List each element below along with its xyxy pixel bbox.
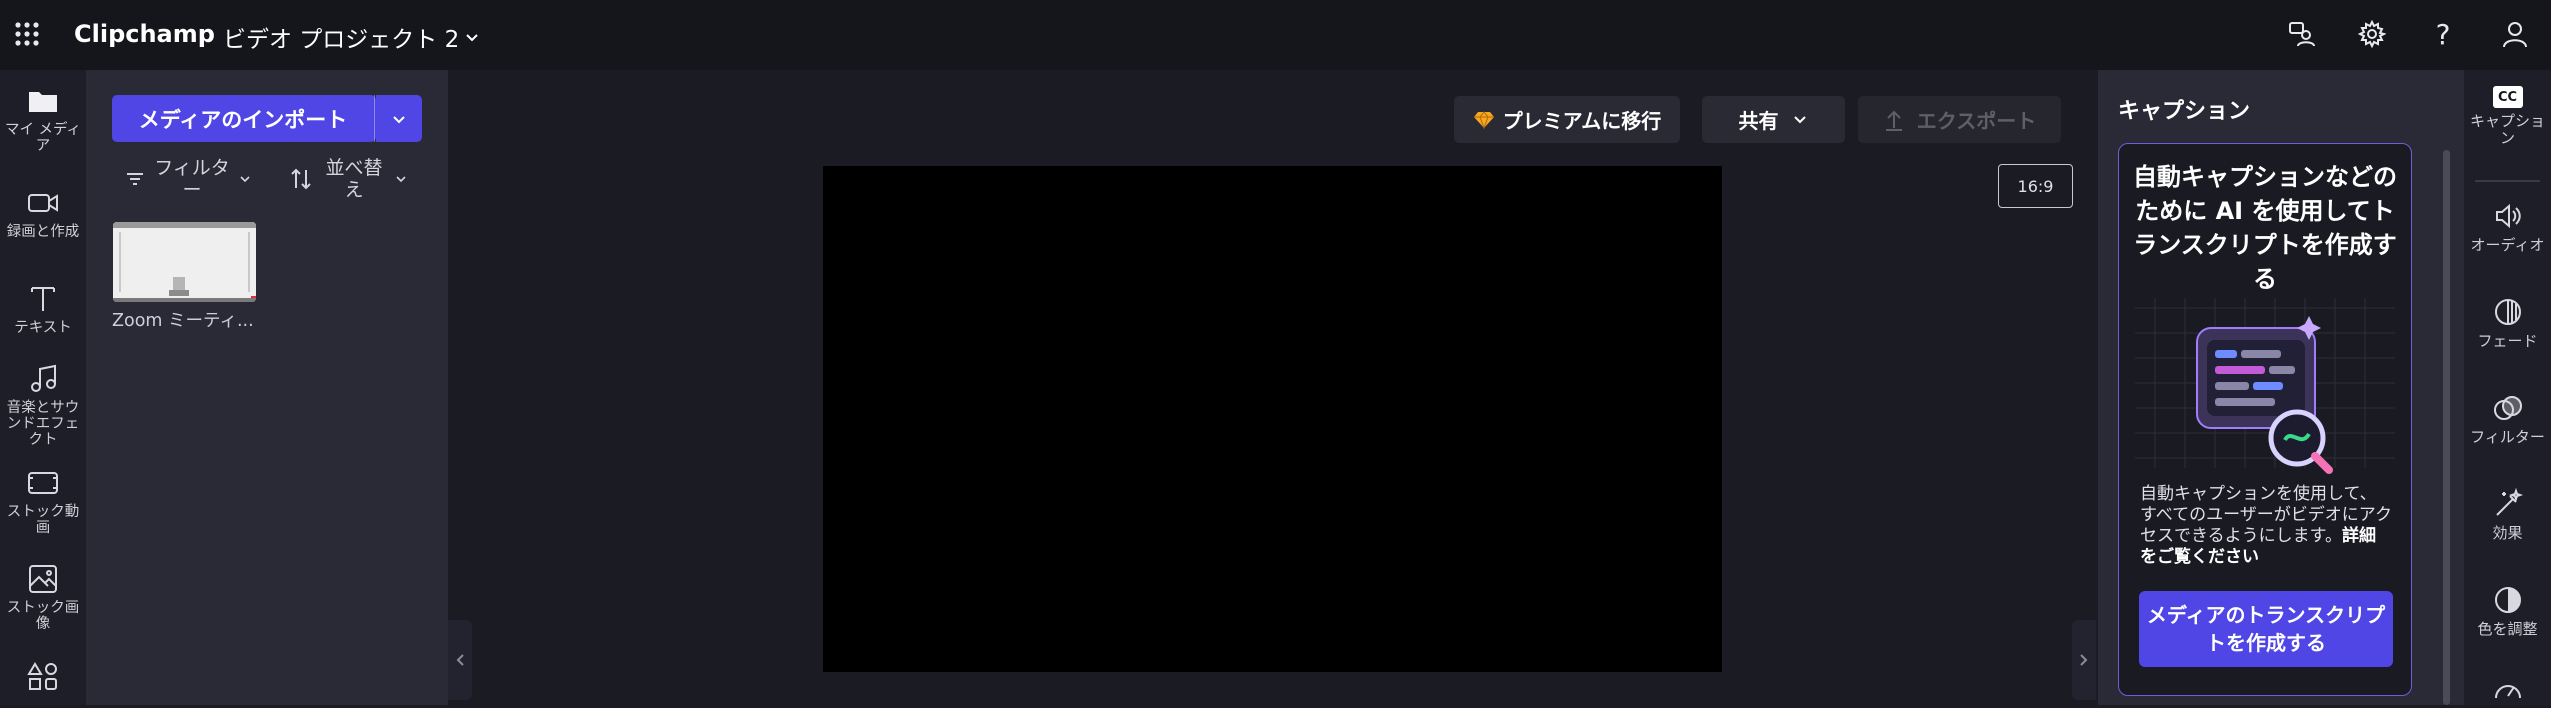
chevron-down-icon [396, 176, 406, 183]
upload-icon [1885, 110, 1902, 131]
rail-item-shapes[interactable] [0, 660, 86, 694]
transcript-illustration [2125, 288, 2405, 478]
speaker-icon [2495, 203, 2521, 229]
upgrade-premium-button[interactable]: プレミアムに移行 [1454, 96, 1680, 143]
fade-icon [2494, 299, 2521, 325]
filter-icon [127, 173, 143, 185]
rail-item-stock-video[interactable]: ストック動画 [0, 466, 86, 536]
create-transcript-button[interactable]: メディアのトランスクリプトを作成する [2139, 591, 2393, 667]
rail-label: 効果 [2492, 524, 2523, 542]
rail-label: 色を調整 [2477, 620, 2538, 638]
import-options-button[interactable] [376, 95, 422, 142]
rail-item-my-media[interactable]: マイ メディア [0, 84, 86, 154]
contrast-icon [2494, 587, 2521, 613]
project-title: ビデオ プロジェクト 2 [223, 27, 460, 53]
folder-icon [29, 92, 57, 112]
sort-button[interactable]: 並べ替え [288, 157, 408, 201]
media-item-label: Zoom ミーティ... [112, 311, 254, 331]
rail-label: ストック動画 [6, 504, 80, 536]
export-label: エクスポート [1916, 109, 2037, 133]
help-icon[interactable]: ? [2423, 14, 2463, 54]
rail-item-color-adjust[interactable]: 色を調整 [2464, 584, 2551, 638]
rail-label: 音楽とサウンドエフェクト [6, 400, 80, 448]
export-button[interactable]: エクスポート [1858, 96, 2061, 143]
rail-item-record[interactable]: 録画と作成 [0, 186, 86, 240]
rail-item-audio[interactable]: オーディオ [2464, 200, 2551, 254]
media-thumbnail[interactable] [113, 222, 256, 302]
speed-icon [2494, 685, 2521, 699]
rail-item-speed[interactable] [2464, 676, 2551, 708]
rail-label: 録画と作成 [6, 224, 80, 240]
import-media-button[interactable]: メディアのインポート [112, 95, 375, 142]
share-people-icon[interactable] [2281, 14, 2321, 54]
captions-heading: 自動キャプションなどのために AI を使用してトランスクリプトを作成する [2133, 163, 2397, 293]
panel-title: キャプション [2118, 99, 2251, 124]
magic-wand-icon [2495, 488, 2523, 516]
share-button[interactable]: 共有 [1702, 96, 1845, 143]
filter-label: フィルター [154, 157, 230, 201]
sort-arrows-icon [291, 168, 311, 190]
chevron-down-icon [466, 34, 478, 42]
chevron-down-icon [393, 115, 405, 123]
scrollbar-thumb[interactable] [2443, 150, 2450, 705]
sort-label: 並べ替え [325, 157, 383, 201]
diamond-icon [1473, 110, 1494, 129]
image-icon [29, 565, 57, 593]
rail-label: テキスト [14, 320, 72, 336]
filter-circles-icon [2493, 396, 2522, 420]
collapse-left-panel-button[interactable] [448, 620, 472, 700]
rail-item-captions[interactable]: CC キャプション [2464, 86, 2551, 147]
rail-item-music[interactable]: 音楽とサウンドエフェクト [0, 362, 86, 448]
camera-icon [28, 194, 58, 212]
film-icon [28, 472, 58, 494]
video-preview[interactable] [823, 166, 1722, 672]
rail-item-filters[interactable]: フィルター [2464, 392, 2551, 446]
music-icon [31, 364, 56, 392]
gear-icon[interactable] [2352, 14, 2392, 54]
chevron-right-icon [2080, 654, 2088, 666]
text-icon [31, 287, 55, 311]
chevron-down-icon [1793, 115, 1806, 123]
app-name: Clipchamp [74, 20, 215, 48]
rail-label: フィルター [2470, 428, 2545, 446]
share-label: 共有 [1738, 109, 1779, 133]
rail-divider [2475, 180, 2540, 182]
rail-item-effects[interactable]: 効果 [2464, 488, 2551, 542]
cc-icon: CC [2492, 86, 2523, 108]
project-title-dropdown[interactable]: ビデオ プロジェクト 2 [223, 20, 481, 54]
premium-label: プレミアムに移行 [1502, 109, 1662, 133]
import-media-button-group: メディアのインポート [112, 95, 376, 142]
rail-label: フェード [2477, 332, 2538, 350]
filter-button[interactable]: フィルター [124, 157, 252, 201]
shapes-icon [27, 662, 57, 690]
rail-label: ストック画像 [6, 600, 80, 632]
app-launcher-icon[interactable] [14, 21, 40, 47]
account-icon[interactable] [2495, 14, 2535, 54]
rail-label: キャプション [2469, 112, 2545, 147]
rail-label: マイ メディア [4, 122, 82, 154]
rail-label: オーディオ [2470, 236, 2545, 254]
rail-item-fade[interactable]: フェード [2464, 296, 2551, 350]
aspect-ratio-button[interactable]: 16:9 [1998, 164, 2073, 208]
chevron-left-icon [456, 654, 464, 666]
collapse-right-panel-button[interactable] [2072, 620, 2096, 700]
chevron-down-icon [240, 176, 250, 183]
rail-item-text[interactable]: テキスト [0, 282, 86, 336]
captions-description: 自動キャプションを使用して、すべてのユーザーがビデオにアクセスできるようにします… [2140, 484, 2392, 568]
rail-item-stock-image[interactable]: ストック画像 [0, 562, 86, 632]
